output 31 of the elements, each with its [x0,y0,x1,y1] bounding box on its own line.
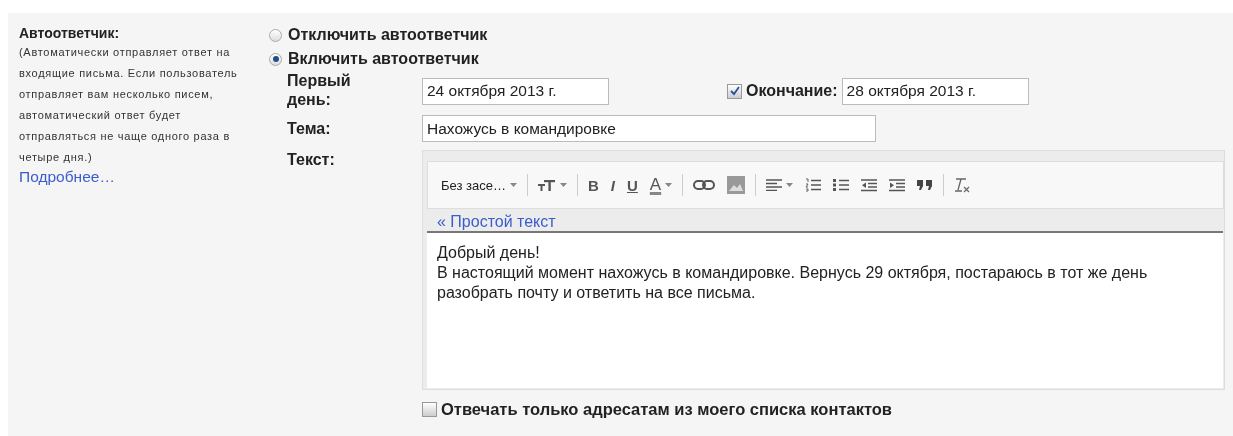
field-label: Тема: [287,119,332,139]
radio-label: Отключить автоответчик [288,26,488,44]
checkbox-label: Отвечать только адресатам из моего списка контактов [441,400,892,419]
text-color-dropdown[interactable]: A [644,172,678,198]
section-title: Автоответчик: [19,25,121,41]
date-field[interactable]: 28 октября 2013 г. [841,77,1029,105]
link-icon [693,180,716,190]
text-size-icon [537,179,556,191]
learn-more-link[interactable]: Подробнее… [19,168,115,186]
checkbox[interactable] [727,83,742,99]
italic-button[interactable]: I [605,172,620,198]
section-description: (Автоматически отправляет ответ на входящие письма. Если пользователь отправляет вам несколько писем, автоматический ответ будет отправляться не чаще одного раза в четыре дня.) [19,45,239,165]
radio-label: Включить автоответчик [288,50,479,68]
message-text-area[interactable]: Добрый день! В настоящий момент нахожусь в командировке. Вернусь 29 октября, постараюсь в тот же день разобрать почту и ответить на все письма. [427,231,1223,388]
subject-field[interactable]: Нахожусь в командировке [422,115,876,142]
field-label: Текст: [287,150,336,170]
date-field[interactable]: 24 октября 2013 г. [422,77,609,105]
align-icon [766,179,783,191]
bold-button[interactable]: B [582,172,604,198]
underline-button[interactable]: U [622,172,643,198]
font-dropdown[interactable]: Без засе… [436,172,522,198]
checkbox[interactable] [422,402,437,417]
plain-text-link[interactable]: « Простой текст [437,213,556,231]
caret-icon [509,183,517,187]
field-label: Первый день: [287,71,352,110]
radio-button[interactable] [269,52,282,66]
field-label: Окончание: [746,82,838,100]
radio-button[interactable] [269,28,282,42]
caret-icon [559,183,567,187]
caret-icon [786,183,794,187]
caret-icon [665,183,673,187]
